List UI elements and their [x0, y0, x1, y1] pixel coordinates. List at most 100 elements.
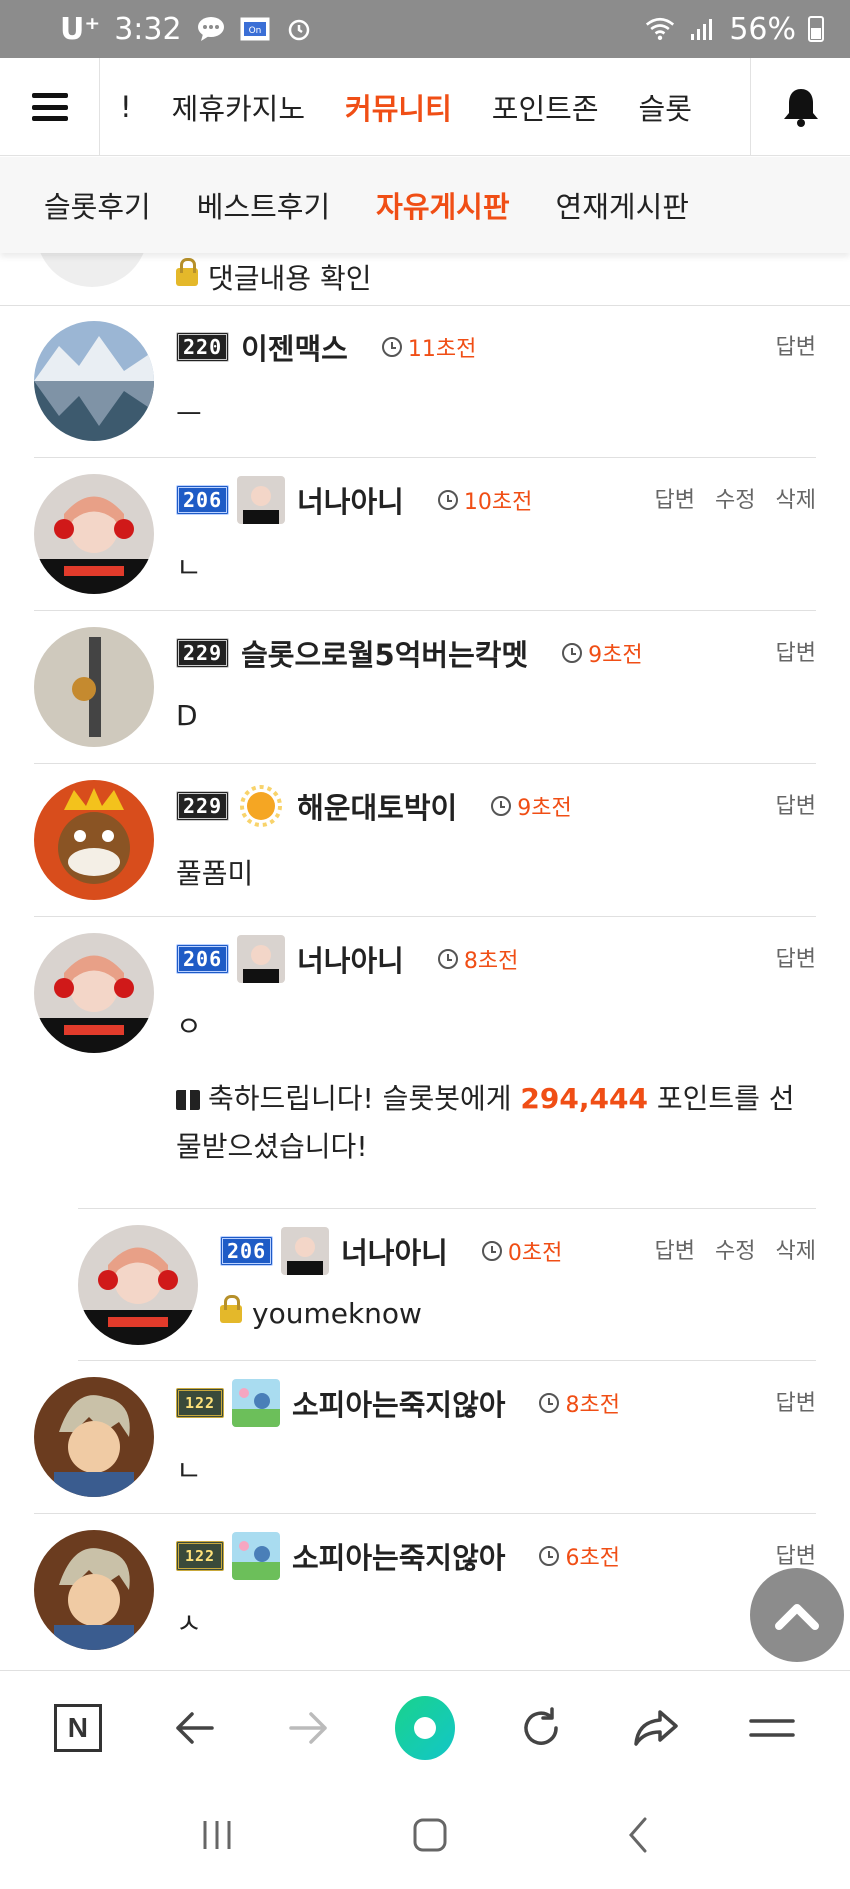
avatar[interactable]: [34, 933, 154, 1053]
level-badge: 220: [176, 332, 230, 362]
back-button[interactable]: [164, 1698, 224, 1758]
notice-prefix: 축하드립니다! 슬롯봇에게: [208, 1082, 521, 1115]
clock-icon: [562, 643, 583, 663]
comment-body-wrap: youmeknow: [220, 1294, 422, 1330]
share-button[interactable]: [626, 1698, 686, 1758]
nav-item-point-zone[interactable]: 포인트존: [492, 86, 599, 128]
home-square-icon: [413, 1818, 447, 1852]
tab-free-board[interactable]: 자유게시판: [376, 184, 509, 226]
recent-apps-icon: [203, 1821, 231, 1849]
system-back-button[interactable]: [623, 1815, 653, 1859]
share-arrow-icon: [634, 1710, 679, 1746]
avatar[interactable]: [34, 1530, 154, 1650]
carrier-label: U⁺: [60, 11, 101, 47]
nickname[interactable]: 해운대토박이: [297, 785, 457, 827]
browser-menu-button[interactable]: [742, 1698, 802, 1758]
delete-button[interactable]: 삭제: [776, 1233, 816, 1265]
nickname[interactable]: 소피아는죽지않아: [292, 1535, 505, 1577]
nav-item-community[interactable]: 커뮤니티: [345, 86, 452, 128]
nickname[interactable]: 슬롯으로월5억버는칵멧: [241, 632, 528, 674]
reply-button[interactable]: 답변: [776, 941, 816, 973]
time-ago: 11초전: [407, 337, 477, 362]
avatar: [36, 253, 148, 287]
comment-partial: 댓글내용 확인: [0, 253, 850, 306]
avatar[interactable]: [34, 627, 154, 747]
lock-icon: [220, 1294, 242, 1323]
nickname[interactable]: 소피아는죽지않아: [292, 1382, 505, 1424]
arrow-left-icon: [175, 1712, 214, 1744]
reply-button[interactable]: 답변: [776, 1538, 816, 1570]
reply-button[interactable]: 답변: [776, 635, 816, 667]
tab-slot-review[interactable]: 슬롯후기: [44, 184, 151, 226]
reply-button[interactable]: 답변: [776, 788, 816, 820]
sun-badge-icon: [237, 782, 285, 830]
signal-icon: [687, 16, 717, 42]
top-nav: ! 제휴카지노 커뮤니티 포인트존 슬롯: [0, 58, 850, 156]
refresh-button[interactable]: [511, 1698, 571, 1758]
green-dot-button[interactable]: [394, 1696, 455, 1760]
refresh-icon: [523, 1707, 558, 1745]
comment-item: 122 소피아는죽지않아 6초전 답변 ㅅ: [34, 1514, 816, 1670]
scroll-top-button[interactable]: [750, 1568, 844, 1662]
reply-button[interactable]: 답변: [776, 329, 816, 361]
naver-home-button[interactable]: N: [48, 1698, 108, 1758]
level-badge: 122: [176, 1541, 224, 1571]
clock-icon: [437, 949, 458, 969]
tab-serial-board[interactable]: 연재게시판: [556, 184, 689, 226]
edit-button[interactable]: 수정: [715, 1233, 755, 1265]
nickname[interactable]: 너나아니: [341, 1230, 448, 1272]
comment-body: ㅇ: [176, 1010, 202, 1043]
time-ago: 0초전: [507, 1241, 563, 1266]
delete-button[interactable]: 삭제: [776, 482, 816, 514]
notification-button[interactable]: [750, 58, 850, 156]
arrow-right-icon: [289, 1712, 327, 1744]
time-ago: 6초전: [565, 1546, 620, 1571]
naver-n-icon: N: [53, 1704, 102, 1752]
avatar[interactable]: [78, 1225, 198, 1345]
time-ago: 9초전: [517, 796, 572, 821]
nav-item-slot[interactable]: 슬롯: [639, 86, 692, 128]
landscape-badge-icon: [232, 1532, 280, 1580]
comment-item: 206 너나아니 8초전 답변 ㅇ 축하드립니다! 슬롯봇에게 294,444 …: [34, 917, 816, 1239]
level-badge: 206: [220, 1236, 274, 1266]
reply-item: 206 너나아니 0초전 답변 수정 삭제 youmeknow: [78, 1208, 816, 1361]
comment-item: 229 슬롯으로월5억버는칵멧 9초전 답변 D: [34, 611, 816, 764]
chevron-left-icon: [629, 1817, 647, 1853]
nickname[interactable]: 이젠맥스: [241, 326, 348, 368]
avatar[interactable]: [34, 1377, 154, 1497]
avatar[interactable]: [34, 474, 154, 594]
alarm-icon: [284, 16, 314, 42]
battery-percent: 56%: [729, 11, 796, 47]
nav-item-partner-casino[interactable]: 제휴카지노: [172, 86, 305, 128]
nickname[interactable]: 너나아니: [297, 479, 404, 521]
nav-item[interactable]: !: [120, 90, 132, 124]
nickname[interactable]: 너나아니: [297, 938, 404, 980]
avatar[interactable]: [34, 780, 154, 900]
reply-button[interactable]: 답변: [655, 1233, 695, 1265]
avatar[interactable]: [34, 321, 154, 441]
tab-best-review[interactable]: 베스트후기: [197, 184, 330, 226]
sub-nav: 슬롯후기 베스트후기 자유게시판 연재게시판: [0, 157, 850, 253]
forward-button[interactable]: [279, 1698, 339, 1758]
time-ago: 9초전: [588, 643, 643, 668]
bell-icon: [783, 89, 818, 127]
edit-button[interactable]: 수정: [715, 482, 755, 514]
home-button[interactable]: [410, 1815, 450, 1859]
reply-button[interactable]: 답변: [655, 482, 695, 514]
comment-item: 206 너나아니 10초전 답변 수정 삭제 ㄴ: [34, 458, 816, 611]
user-badge-icon: [281, 1227, 330, 1275]
landscape-badge-icon: [232, 1379, 280, 1427]
level-badge: 229: [176, 791, 230, 821]
comment-body: D: [176, 699, 198, 732]
browser-toolbar: N: [0, 1670, 850, 1785]
clock-icon: [437, 490, 458, 510]
app-notification-icon: On: [240, 16, 270, 42]
menu-button[interactable]: [0, 58, 100, 156]
comment-body: 풀폼미: [176, 857, 254, 890]
user-badge-icon: [237, 935, 286, 983]
level-badge: 206: [176, 485, 230, 515]
secret-comment-text[interactable]: 댓글내용 확인: [208, 257, 371, 297]
reply-button[interactable]: 답변: [776, 1385, 816, 1417]
user-badge-icon: [237, 476, 286, 524]
recent-apps-button[interactable]: [197, 1817, 237, 1857]
